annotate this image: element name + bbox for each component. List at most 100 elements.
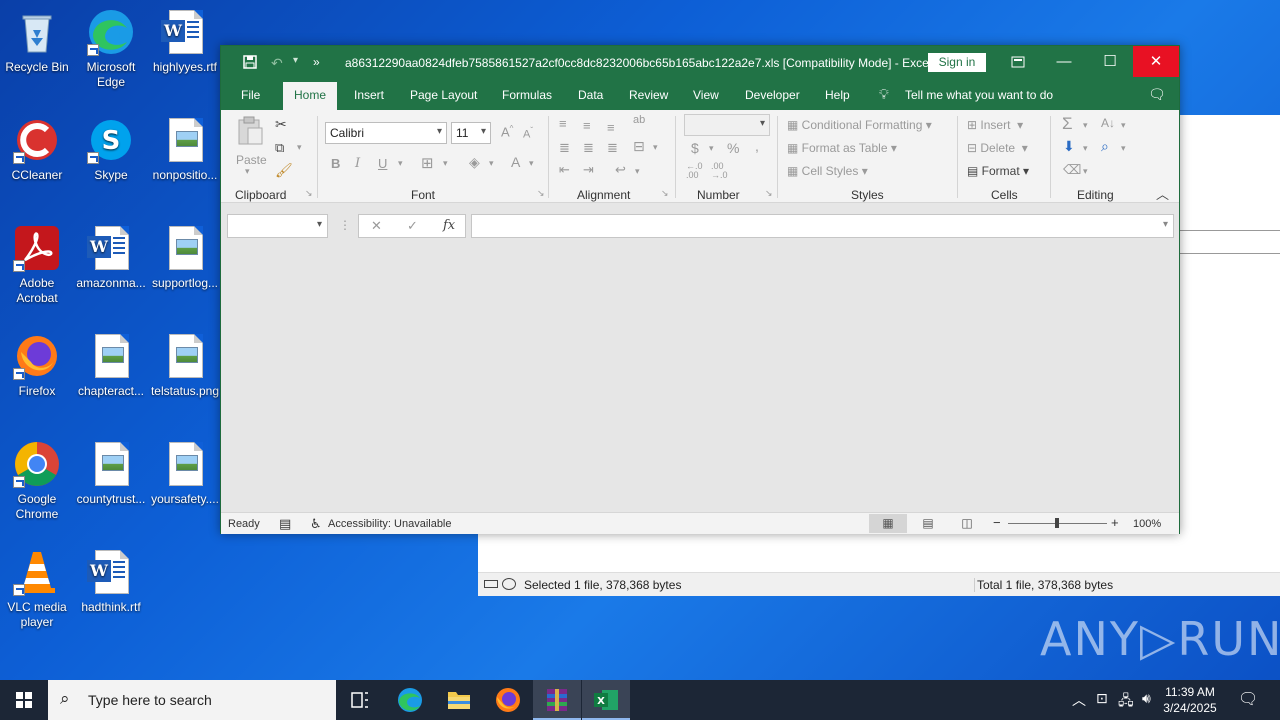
save-icon[interactable] bbox=[243, 55, 257, 72]
desktop-icon-chapteract[interactable]: chapteract... bbox=[74, 332, 148, 399]
conditional-formatting-button[interactable]: ▦ Conditional Formatting ▾ bbox=[787, 118, 932, 132]
font-launcher-icon[interactable]: ↘ bbox=[537, 188, 545, 199]
cancel-icon[interactable]: ✕ bbox=[371, 218, 382, 234]
tab-insert[interactable]: Insert bbox=[354, 88, 384, 102]
zoom-level[interactable]: 100% bbox=[1133, 518, 1161, 530]
format-painter-icon[interactable]: 🖌︎ bbox=[275, 162, 293, 179]
notifications-icon[interactable]: 🗨︎ bbox=[1238, 689, 1258, 720]
macro-recording-icon[interactable]: ▤ bbox=[279, 516, 291, 532]
font-color-icon[interactable]: A bbox=[511, 154, 520, 170]
delete-cells-button[interactable]: ⊟ Delete ▾ bbox=[967, 141, 1028, 155]
comma-style-icon[interactable]: , bbox=[755, 138, 759, 154]
underline-icon[interactable]: U bbox=[378, 156, 387, 171]
desktop-icon-countytrust[interactable]: countytrust... bbox=[74, 440, 148, 507]
currency-icon[interactable]: $ bbox=[691, 140, 699, 156]
task-view-button[interactable] bbox=[336, 680, 384, 720]
fill-dropdown-icon[interactable]: ▾ bbox=[1083, 143, 1088, 154]
sort-dropdown-icon[interactable]: ▾ bbox=[1121, 120, 1126, 131]
clock[interactable]: 11:39 AM 3/24/2025 bbox=[1160, 684, 1220, 716]
autosum-icon[interactable]: Σ bbox=[1062, 114, 1073, 134]
desktop-icon-recycle-bin[interactable]: Recycle Bin bbox=[0, 8, 74, 75]
desktop-icon-microsoft-edge[interactable]: Microsoft Edge bbox=[74, 8, 148, 90]
font-size-select[interactable]: 11 bbox=[451, 122, 491, 144]
paste-icon[interactable] bbox=[235, 116, 265, 149]
desktop-icon-ccleaner[interactable]: CCleaner bbox=[0, 116, 74, 183]
number-launcher-icon[interactable]: ↘ bbox=[765, 188, 773, 199]
taskbar-firefox[interactable] bbox=[484, 680, 532, 720]
desktop-icon-telstatus[interactable]: telstatus.png bbox=[148, 332, 222, 399]
align-top-icon[interactable]: ≡ bbox=[559, 116, 567, 131]
merge-center-icon[interactable]: ⊟ bbox=[633, 138, 645, 155]
decrease-decimal-icon[interactable]: .00 →.0 bbox=[711, 162, 728, 180]
bold-icon[interactable]: B bbox=[331, 156, 340, 171]
status-accessibility[interactable]: Accessibility: Unavailable bbox=[328, 518, 452, 530]
fill-color-icon[interactable]: ◈ bbox=[469, 154, 480, 171]
clear-icon[interactable]: ⌫ bbox=[1063, 162, 1081, 178]
cut-icon[interactable]: ✂ bbox=[275, 116, 287, 133]
sort-filter-icon[interactable]: A↓ bbox=[1101, 116, 1115, 130]
decrease-font-icon[interactable]: Aˇ bbox=[523, 126, 533, 141]
find-select-icon[interactable]: ⌕ bbox=[1101, 138, 1109, 155]
ribbon-display-options-icon[interactable] bbox=[995, 46, 1041, 77]
format-cells-button[interactable]: ▤ Format ▾ bbox=[967, 164, 1029, 178]
accessibility-icon[interactable]: ♿︎ bbox=[310, 516, 322, 532]
collapse-ribbon-icon[interactable]: ︿ bbox=[1156, 184, 1169, 203]
increase-font-icon[interactable]: A^ bbox=[501, 124, 513, 139]
taskbar-excel[interactable]: X bbox=[582, 680, 630, 720]
tab-data[interactable]: Data bbox=[578, 88, 603, 102]
page-layout-view-button[interactable]: ▤ bbox=[909, 514, 947, 533]
maximize-button[interactable]: ☐ bbox=[1087, 46, 1133, 77]
paste-label[interactable]: Paste bbox=[236, 153, 267, 167]
align-center-icon[interactable]: ≣ bbox=[583, 140, 594, 156]
orientation-icon[interactable]: ab bbox=[633, 114, 645, 126]
clear-dropdown-icon[interactable]: ▾ bbox=[1083, 166, 1088, 177]
insert-function-icon[interactable]: fx bbox=[443, 218, 455, 233]
title-bar[interactable]: ↶ ▾ » a86312290aa0824dfeb7585861527a2cf0… bbox=[221, 46, 1179, 80]
show-hidden-icons-icon[interactable]: ︿ bbox=[1072, 690, 1086, 720]
start-button[interactable] bbox=[0, 680, 48, 720]
autosum-dropdown-icon[interactable]: ▾ bbox=[1083, 120, 1088, 131]
desktop-icon-vlc[interactable]: VLC media player bbox=[0, 548, 74, 630]
italic-icon[interactable]: I bbox=[355, 156, 360, 171]
alignment-launcher-icon[interactable]: ↘ bbox=[661, 188, 669, 199]
tab-file[interactable]: File bbox=[241, 88, 260, 102]
enter-icon[interactable]: ✓ bbox=[407, 218, 418, 234]
tell-me-search[interactable]: Tell me what you want to do bbox=[905, 88, 1053, 102]
wrap-text-icon[interactable]: ↩ bbox=[615, 162, 626, 178]
normal-view-button[interactable]: ▦ bbox=[869, 514, 907, 533]
format-as-table-button[interactable]: ▦ Format as Table ▾ bbox=[787, 141, 897, 155]
copy-icon[interactable]: ⧉ bbox=[275, 140, 284, 156]
sign-in-button[interactable]: Sign in bbox=[928, 53, 986, 72]
desktop-icon-supportlog[interactable]: supportlog... bbox=[148, 224, 222, 291]
tab-view[interactable]: View bbox=[693, 88, 719, 102]
tab-review[interactable]: Review bbox=[629, 88, 668, 102]
taskbar-file-explorer[interactable] bbox=[435, 680, 483, 720]
align-left-icon[interactable]: ≣ bbox=[559, 140, 570, 156]
align-bottom-icon[interactable]: ≡ bbox=[607, 120, 615, 135]
currency-dropdown-icon[interactable]: ▾ bbox=[709, 143, 714, 154]
desktop-icon-adobe-acrobat[interactable]: Adobe Acrobat bbox=[0, 224, 74, 306]
merge-dropdown-icon[interactable]: ▾ bbox=[653, 142, 658, 153]
minimize-button[interactable]: — bbox=[1041, 46, 1087, 77]
percent-icon[interactable]: % bbox=[727, 140, 739, 156]
align-right-icon[interactable]: ≣ bbox=[607, 140, 618, 156]
taskbar-winrar[interactable] bbox=[533, 680, 581, 720]
zoom-slider-thumb[interactable] bbox=[1055, 518, 1059, 528]
taskbar-edge[interactable] bbox=[386, 680, 434, 720]
network-icon[interactable]: 🖧︎ bbox=[1118, 690, 1134, 720]
borders-dropdown-icon[interactable]: ▾ bbox=[443, 158, 448, 169]
fill-dropdown-icon[interactable]: ▾ bbox=[489, 158, 494, 169]
undo-icon[interactable]: ↶ bbox=[271, 55, 283, 72]
comments-icon[interactable]: 🗨︎ bbox=[1148, 86, 1166, 103]
clipboard-launcher-icon[interactable]: ↘ bbox=[305, 188, 313, 199]
desktop-icon-amazonma[interactable]: W amazonma... bbox=[74, 224, 148, 291]
tab-home[interactable]: Home bbox=[283, 82, 338, 110]
close-button[interactable]: ✕ bbox=[1133, 46, 1179, 77]
customize-toolbar-icon[interactable]: » bbox=[313, 55, 320, 69]
undo-dropdown-icon[interactable]: ▾ bbox=[293, 55, 298, 66]
volume-icon[interactable]: 🔊︎ bbox=[1142, 690, 1151, 720]
insert-cells-button[interactable]: ⊞ Insert ▾ bbox=[967, 118, 1023, 132]
align-middle-icon[interactable]: ≡ bbox=[583, 118, 591, 133]
tab-page-layout[interactable]: Page Layout bbox=[410, 88, 477, 102]
find-dropdown-icon[interactable]: ▾ bbox=[1121, 143, 1126, 154]
